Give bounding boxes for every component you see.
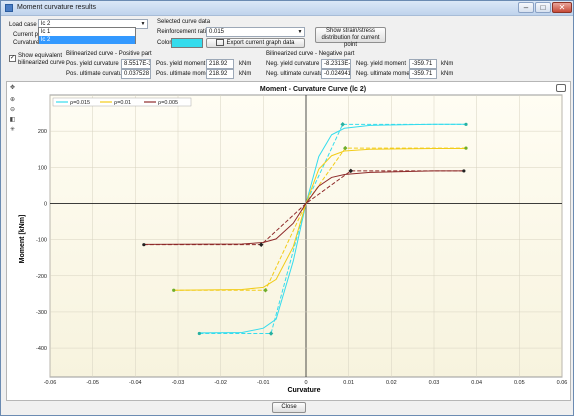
pos-ultimate-curvature-field[interactable]: 0.037528: [121, 69, 151, 79]
load-case-options-list[interactable]: lc 1 lc 2: [38, 27, 136, 44]
pos-yield-moment-label: Pos. yield moment: [156, 61, 206, 67]
neg-yield-moment-label: Neg. yield moment: [356, 61, 407, 67]
neg-yield-moment-field[interactable]: -359.71: [409, 59, 437, 69]
negative-part-heading: Bilinearized curve - Negative part: [266, 51, 355, 57]
positive-part-heading: Bilinearized curve - Positive part: [66, 51, 152, 57]
camera-icon[interactable]: [556, 84, 566, 92]
export-button-label: Export current graph data: [226, 40, 295, 47]
selected-curve-heading: Selected curve data: [157, 19, 211, 25]
pos-ultimate-curvature-label: Pos. ultimate curvature: [66, 71, 128, 77]
neg-ultimate-curvature-field[interactable]: -0.024941: [321, 69, 351, 79]
app-icon: [5, 4, 13, 12]
load-case-label: Load case: [9, 22, 37, 28]
zoom-in-icon[interactable]: ⊕: [9, 97, 16, 104]
color-swatch[interactable]: [171, 38, 203, 48]
pos-yield-moment-field[interactable]: 218.92: [206, 59, 234, 69]
reinforcement-ratio-value: 0.015: [209, 29, 225, 35]
neg-ultimate-moment-label: Neg. ultimate moment: [356, 71, 415, 77]
neg-yield-moment-unit: kNm: [441, 61, 454, 67]
chart-title: Moment - Curvature Curve (lc 2): [259, 86, 367, 93]
title-bar: Moment curvature results – □ ✕: [1, 1, 573, 16]
neg-ultimate-moment-field[interactable]: -359.71: [409, 69, 437, 79]
neg-yield-curvature-field[interactable]: -8.2313E-3: [321, 59, 351, 69]
moment-curvature-window: Moment curvature results – □ ✕ Load case…: [0, 0, 574, 416]
zoom-out-icon[interactable]: ⊖: [9, 107, 16, 114]
reset-icon[interactable]: ✳: [9, 127, 16, 134]
zoom-box-icon[interactable]: ◧: [9, 117, 16, 124]
show-strain-button[interactable]: Show strain/stress distribution for curr…: [315, 27, 386, 48]
pos-yield-moment-unit: kNm: [239, 61, 252, 67]
neg-ultimate-moment-unit: kNm: [441, 71, 454, 77]
load-case-option-selected[interactable]: lc 2: [39, 36, 135, 44]
bilinear-checkbox-label-2: bilinearized curve: [18, 60, 65, 66]
reinforcement-ratio-label: Reinforcement ratio: [157, 29, 210, 35]
load-case-option[interactable]: lc 1: [39, 28, 135, 36]
chart-panel: [6, 81, 571, 401]
neg-ultimate-curvature-label: Neg. ultimate curvature: [266, 71, 329, 77]
color-label: Color: [157, 40, 172, 46]
window-title: Moment curvature results: [17, 4, 96, 11]
neg-yield-curvature-label: Neg. yield curvature: [266, 61, 320, 67]
show-bilinear-checkbox[interactable]: ✓: [9, 55, 16, 62]
close-button[interactable]: Close: [272, 402, 306, 413]
maximize-button[interactable]: □: [535, 2, 551, 13]
reinforcement-ratio-dropdown[interactable]: 0.015 ▼: [206, 27, 305, 37]
chevron-down-icon[interactable]: ▼: [140, 21, 146, 27]
close-window-button[interactable]: ✕: [552, 2, 572, 13]
bilinear-checkbox-label-1: Show equivalent: [18, 53, 63, 59]
pan-icon[interactable]: ✥: [9, 85, 16, 92]
pos-yield-curvature-label: Pos. yield curvature: [66, 61, 119, 67]
pos-ultimate-moment-field[interactable]: 218.92: [206, 69, 234, 79]
minimize-button[interactable]: –: [518, 2, 534, 13]
export-icon: [216, 39, 225, 46]
close-button-label: Close: [281, 404, 297, 410]
show-strain-label: Show strain/stress distribution for curr…: [321, 28, 380, 48]
chevron-down-icon[interactable]: ▼: [297, 29, 303, 35]
export-graph-button[interactable]: Export current graph data: [206, 38, 305, 48]
pos-ultimate-moment-unit: kNm: [239, 71, 252, 77]
pos-yield-curvature-field[interactable]: 8.5517E-3: [121, 59, 151, 69]
curvature-label: Curvature: [13, 40, 40, 46]
